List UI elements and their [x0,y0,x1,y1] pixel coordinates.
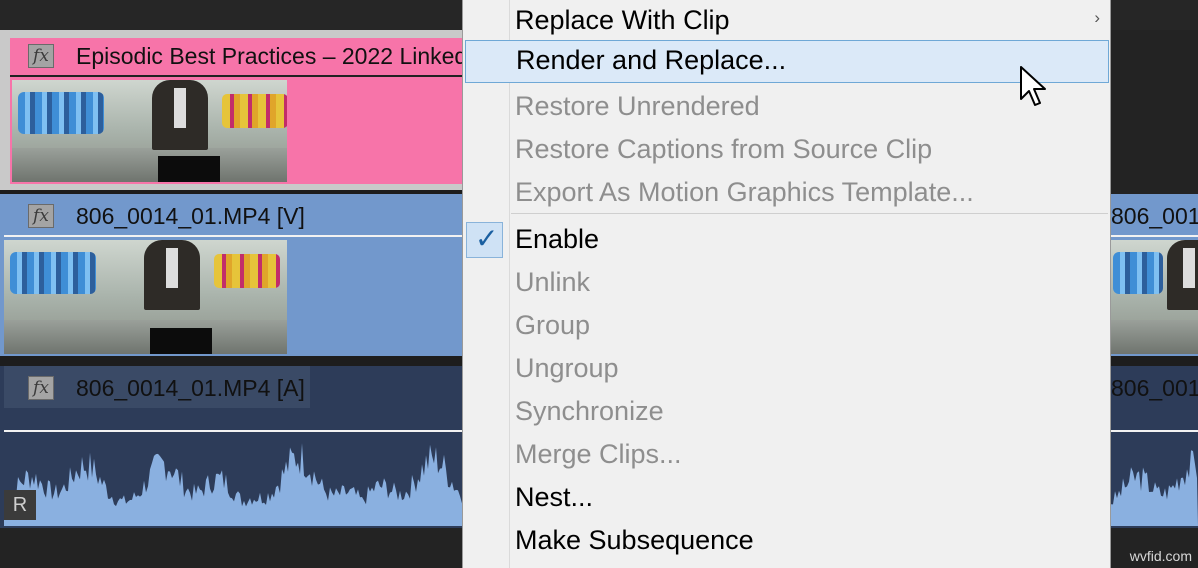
submenu-arrow-icon: › [1094,8,1100,27]
checkmark-box: ✓ [466,222,503,258]
menu-item-label: Make Subsequence [515,525,754,555]
audio-clip[interactable]: fx 806_0014_01.MP4 [A] R [0,366,462,528]
video-clip[interactable]: fx 806_0014_01.MP4 [V] [0,194,462,356]
linked-clip[interactable]: fx Episodic Best Practices – 2022 Linked [0,30,462,190]
menu-item-label: Restore Captions from Source Clip [515,134,933,164]
clip-divider [10,75,462,77]
context-menu: Replace With Clip › Render and Replace..… [462,0,1111,568]
clip-title: 806_001 [1111,203,1198,229]
menu-item-label: Restore Unrendered [515,91,760,121]
mouse-pointer-icon [1020,66,1046,106]
fx-badge[interactable]: fx [28,204,54,228]
clip-divider [1111,235,1198,237]
menu-item-label: Unlink [515,267,591,297]
clip-divider [4,235,462,237]
audio-clip-right[interactable]: 806_001 [1111,366,1198,528]
fx-badge[interactable]: fx [28,44,54,68]
clip-thumbnail [4,240,287,354]
menu-item-restore-captions[interactable]: Restore Captions from Source Clip [463,129,1110,172]
menu-item-synchronize[interactable]: Synchronize [463,391,1110,434]
menu-separator [511,213,1108,214]
menu-item-label: Ungroup [515,353,619,383]
menu-item-nest[interactable]: Nest... [463,477,1110,520]
clip-title: 806_0014_01.MP4 [A] [76,375,305,401]
menu-item-label: Export As Motion Graphics Template... [515,177,974,207]
menu-item-label: Enable [515,224,600,254]
menu-item-label: Replace With Clip [515,5,730,35]
audio-waveform [1111,450,1198,526]
menu-item-label: Merge Clips... [515,439,682,469]
clip-title: Episodic Best Practices – 2022 Linked [76,43,462,69]
menu-item-group[interactable]: Group [463,305,1110,348]
watermark: wvfid.com [1129,548,1192,564]
menu-item-label: Render and Replace... [516,45,787,75]
menu-item-render-and-replace[interactable]: Render and Replace... [465,40,1109,83]
menu-item-make-subsequence[interactable]: Make Subsequence [463,520,1110,563]
menu-item-enable[interactable]: ✓ Enable [463,219,1110,262]
checkmark-icon: ✓ [475,222,499,255]
menu-item-export-motion-graphics[interactable]: Export As Motion Graphics Template... [463,172,1110,215]
video-clip-right[interactable]: 806_001 [1111,194,1198,356]
clip-title: 806_0014_01.MP4 [V] [76,203,305,229]
menu-item-ungroup[interactable]: Ungroup [463,348,1110,391]
audio-waveform [4,443,462,526]
menu-item-replace-with-clip[interactable]: Replace With Clip › [463,0,1110,43]
menu-item-restore-unrendered[interactable]: Restore Unrendered [463,86,1110,129]
menu-item-unlink[interactable]: Unlink [463,262,1110,305]
audio-channel-badge: R [4,490,36,520]
clip-thumbnail [1111,240,1198,354]
menu-item-label: Group [515,310,591,340]
fx-badge[interactable]: fx [28,376,54,400]
clip-thumbnail [12,80,287,182]
menu-item-label: Synchronize [515,396,664,426]
menu-item-label: Nest... [515,482,594,512]
menu-item-merge-clips[interactable]: Merge Clips... [463,434,1110,477]
clip-title: 806_001 [1111,375,1198,401]
